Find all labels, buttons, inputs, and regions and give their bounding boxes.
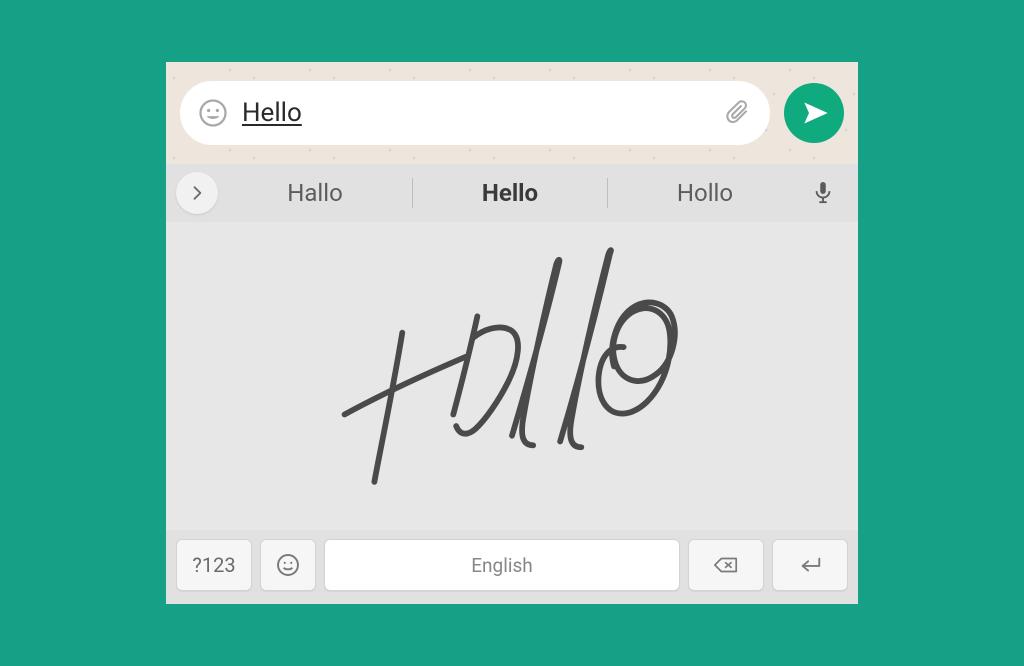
expand-suggestions-button[interactable] [176, 172, 218, 214]
suggestion-0[interactable]: Hallo [218, 175, 412, 211]
symbols-key[interactable]: ?123 [176, 539, 252, 591]
handwriting-stroke [166, 222, 858, 530]
suggestion-1[interactable]: Hello [413, 175, 607, 211]
message-input-pill[interactable]: Hello [180, 81, 770, 145]
device-frame: Hello Hallo Hello [166, 62, 858, 604]
spacebar-key[interactable]: English [324, 539, 680, 591]
attach-icon[interactable] [724, 99, 752, 127]
microphone-button[interactable] [802, 180, 844, 206]
suggestion-2[interactable]: Hollo [608, 175, 802, 211]
chat-input-bar: Hello [166, 62, 858, 164]
send-button[interactable] [784, 83, 844, 143]
emoji-icon[interactable] [198, 98, 228, 128]
suggestions-list: Hallo Hello Hollo [218, 164, 802, 222]
suggestion-row: Hallo Hello Hollo [166, 164, 858, 222]
backspace-key[interactable] [688, 539, 764, 591]
emoji-key[interactable] [260, 539, 316, 591]
keyboard-panel: Hallo Hello Hollo [166, 164, 858, 604]
enter-key[interactable] [772, 539, 848, 591]
keyboard-bottom-row: ?123 English [166, 530, 858, 604]
message-input[interactable]: Hello [242, 98, 710, 128]
handwriting-canvas[interactable] [166, 222, 858, 530]
